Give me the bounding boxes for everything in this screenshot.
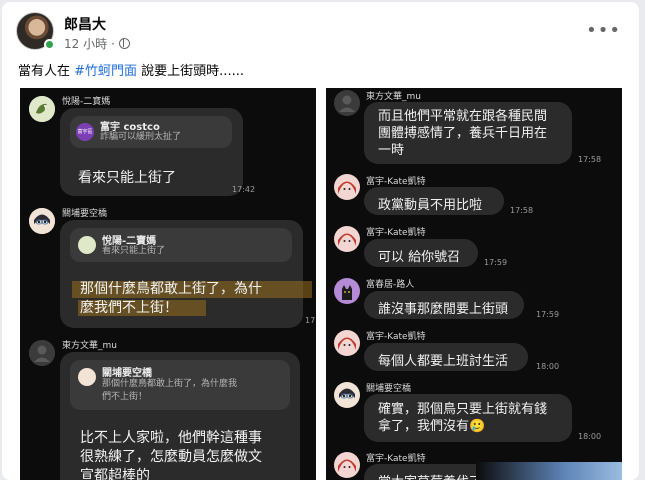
message-time: 17 — [305, 316, 316, 325]
kate-avatar-icon — [334, 330, 360, 356]
sender-name: 富宇-Kate凱特 — [366, 332, 426, 342]
kate-avatar-icon — [334, 226, 360, 252]
message-text-line-2: 很熟練了，怎麼動員怎麼做文 — [80, 449, 262, 465]
message-text-line-1: 而且他們平常就在跟各種民間 — [378, 109, 548, 124]
author-avatar[interactable] — [16, 12, 55, 50]
girl-avatar-icon — [29, 208, 55, 234]
quoted-text-line-2: 們不上街！ — [102, 392, 148, 402]
girl-avatar-icon — [334, 382, 360, 408]
message-text-line-3: 宣都超棒的 — [80, 468, 150, 480]
message-text: 可以 給你號召 — [378, 250, 461, 265]
globe-icon — [118, 38, 130, 49]
quoted-avatar: 富宇區 — [76, 123, 94, 141]
message-time: 17:58 — [510, 206, 534, 215]
bird-avatar-icon — [29, 96, 55, 122]
quoted-text: 看來只能上街了 — [102, 246, 166, 256]
message-text-line-3: 一時 — [378, 143, 405, 158]
message-text-line-2: 麼我們不上街！ — [80, 300, 178, 316]
quoted-text-line-1: 那個什麼鳥都敢上街了，為什麼我 — [102, 379, 238, 389]
message-text: 政黨動員不用比啦 — [378, 198, 483, 213]
hashtag-link[interactable]: #竹蚵門面 — [74, 64, 137, 79]
quoted-text: 詐騙可以緩刑太扯了 — [100, 132, 182, 142]
sender-name: 富春居-路人 — [366, 280, 415, 290]
message-time: 18:00 — [536, 362, 560, 371]
chat-screenshot-left[interactable]: 悅陽-二寶媽 富宇區 富宇 costco 詐騙可以緩刑太扯了 看來只能上街了 1… — [20, 88, 316, 480]
post-time[interactable]: 12 小時 — [64, 35, 107, 52]
sender-name: 富宇-Kate凱特 — [366, 454, 426, 464]
default-avatar-icon — [29, 340, 55, 366]
quoted-name: 關埔要空橋 — [102, 368, 152, 379]
sender-name: 東方文華_mu — [366, 92, 421, 102]
caption-text: 當有人在 — [18, 64, 75, 79]
message-text-part: 拿了，我們沒有 — [378, 419, 470, 434]
message-time: 17:42 — [232, 185, 256, 194]
author-name[interactable]: 郎昌大 — [64, 14, 106, 34]
meta-separator: · — [111, 36, 115, 51]
message-text: 誰沒事那麼閒要上街頭 — [378, 302, 509, 317]
message-text-line-1: 那個什麼鳥都敢上街了，為什 — [80, 281, 262, 297]
post-card: 郎昌大 12 小時 · ••• 當有人在 #竹蚵門面 說要上街頭時...... … — [2, 2, 639, 480]
sender-name: 悅陽-二寶媽 — [62, 97, 111, 107]
message-text: 每個人都要上班討生活 — [378, 354, 509, 369]
post-caption: 當有人在 #竹蚵門面 說要上街頭時...... — [18, 60, 244, 79]
message-time: 17:59 — [536, 310, 560, 319]
message-text-line-2: 團體搏感情了，養兵千日用在 — [378, 126, 548, 141]
message-text: 看來只能上街了 — [78, 170, 176, 186]
chat-screenshot-right[interactable]: 東方文華_mu 而且他們平常就在跟各種民間 團體搏感情了，養兵千日用在 一時 1… — [326, 88, 622, 480]
message-text-line-1: 確實，那個鳥只要上街就有錢 — [378, 402, 548, 417]
photo-strip — [476, 462, 622, 480]
default-avatar-icon — [334, 90, 360, 116]
message-time: 17:59 — [484, 258, 508, 267]
girl-avatar-icon — [78, 368, 96, 386]
online-status-icon — [44, 39, 55, 50]
caption-text-end: 說要上街頭時...... — [137, 64, 244, 79]
sender-name: 關埔要空橋 — [366, 384, 412, 394]
message-text-line-2: 拿了，我們沒有🥲 — [378, 418, 485, 435]
sender-name: 關埔要空橋 — [62, 209, 108, 219]
more-options-button[interactable]: ••• — [586, 20, 621, 41]
bird-avatar-icon — [78, 236, 96, 254]
cat-avatar-icon — [334, 278, 360, 304]
smile-tear-emoji-icon: 🥲 — [469, 419, 486, 434]
message-text: 當大家草莓養伐了 — [378, 471, 482, 480]
kate-avatar-icon — [334, 174, 360, 200]
post-meta: 12 小時 · — [64, 35, 130, 52]
sender-name: 東方文華_mu — [62, 341, 117, 351]
sender-name: 富宇-Kate凱特 — [366, 228, 426, 238]
sender-name: 富宇-Kate凱特 — [366, 177, 426, 187]
message-time: 17:58 — [578, 155, 602, 164]
kate-avatar-icon — [334, 452, 360, 478]
message-time: 18:00 — [578, 432, 602, 441]
message-text-line-1: 比不上人家啦，他們幹這種事 — [80, 430, 262, 446]
